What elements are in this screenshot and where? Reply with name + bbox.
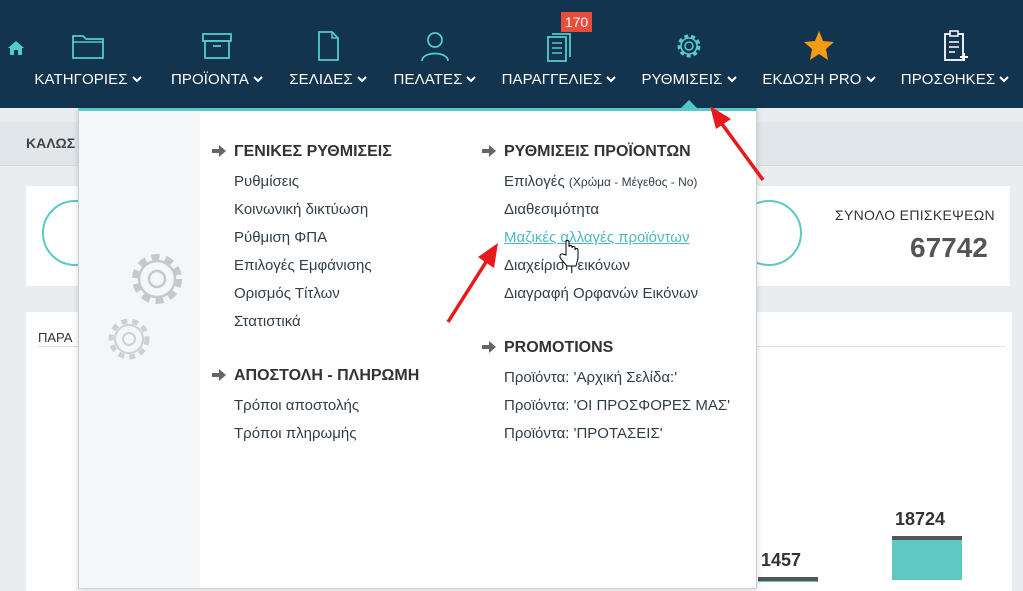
nav-label: ΚΑΤΗΓΟΡΙΕΣ (34, 71, 128, 88)
arrow-right-icon (482, 341, 496, 353)
box-icon (202, 33, 232, 59)
visits-label: ΣΥΝΟΛΟ ΕΠΙΣΚΕΨΕΩΝ (835, 207, 995, 223)
menu-link-settings[interactable]: Ρυθμίσεις (234, 173, 299, 190)
nav-settings[interactable]: ΡΥΘΜΙΣΕΙΣ (637, 0, 741, 108)
orders-badge: 170 (561, 12, 592, 32)
nav-addons[interactable]: ΠΡΟΣΘΗΚΕΣ (896, 0, 1014, 108)
menu-link-availability[interactable]: Διαθεσιμότητα (504, 201, 599, 218)
nav-label: ΡΥΘΜΙΣΕΙΣ (641, 71, 723, 88)
nav-label: ΠΡΟΣΘΗΚΕΣ (900, 71, 996, 88)
menu-link-promo-home[interactable]: Προϊόντα: 'Αρχική Σελίδα:' (504, 369, 677, 386)
arrow-right-icon (482, 145, 496, 157)
bar-value-label: 1457 (761, 550, 802, 570)
bar-cap (892, 536, 962, 540)
star-icon (804, 31, 834, 60)
nav-customers[interactable]: ΠΕΛΑΤΕΣ (388, 0, 482, 108)
menu-link-delete-orphan-images[interactable]: Διαγραφή Ορφανών Εικόνων (504, 285, 698, 302)
menu-link-social[interactable]: Κοινωνική δικτύωση (234, 201, 368, 218)
page-icon (318, 31, 339, 61)
dropdown-sidebar (79, 111, 200, 588)
menu-link-display-options[interactable]: Επιλογές Εμφάνισης (234, 257, 372, 274)
menu-link-statistics[interactable]: Στατιστικά (234, 313, 301, 330)
menu-link-image-management[interactable]: Διαχείριση εικόνων (504, 257, 630, 274)
bar-cap (758, 577, 818, 581)
folder-icon (72, 35, 104, 59)
nav-label: ΠΕΛΑΤΕΣ (393, 71, 463, 88)
menu-link-titles[interactable]: Ορισμός Τίτλων (234, 285, 340, 302)
chevron-down-icon (131, 76, 142, 83)
link-subtext: (Χρώμα - Μέγεθος - Νο) (568, 175, 698, 189)
menu-link-vat[interactable]: Ρύθμιση ΦΠΑ (234, 229, 327, 246)
menu-link-promo-offers[interactable]: Προϊόντα: 'ΟΙ ΠΡΟΣΦΟΡΕΣ ΜΑΣ' (504, 397, 730, 414)
gear-icon (677, 34, 701, 58)
settings-dropdown: ΓΕΝΙΚΕΣ ΡΥΘΜΙΣΕΙΣ Ρυθμίσεις Κοινωνική δι… (78, 108, 757, 589)
documents-icon (547, 33, 571, 62)
shipping-payment-heading: ΑΠΟΣΤΟΛΗ - ΠΛΗΡΩΜΗ (212, 367, 419, 385)
user-icon (421, 32, 449, 62)
chevron-down-icon (726, 76, 737, 83)
heading-text: ΓΕΝΙΚΕΣ ΡΥΘΜΙΣΕΙΣ (234, 143, 392, 160)
nav-label: ΕΚΔΟΣΗ PRO (762, 71, 862, 88)
visits-value: 67742 (910, 232, 988, 263)
nav-pro-edition[interactable]: ΕΚΔΟΣΗ PRO (760, 0, 878, 108)
bar-value-label: 18724 (895, 509, 946, 529)
nav-products[interactable]: ΠΡΟΪΟΝΤΑ (163, 0, 271, 108)
product-settings-heading: ΡΥΘΜΙΣΕΙΣ ΠΡΟΪΟΝΤΩΝ (482, 143, 691, 161)
menu-link-shipping-methods[interactable]: Τρόποι αποστολής (234, 397, 359, 414)
menu-link-product-options[interactable]: Επιλογές (Χρώμα - Μέγεθος - Νο) (504, 173, 697, 190)
nav-pages[interactable]: ΣΕΛΙΔΕΣ (286, 0, 370, 108)
chevron-down-icon (466, 76, 477, 83)
gear-icon (108, 318, 150, 360)
clipboard-plus-icon (944, 30, 968, 61)
promotions-heading: PROMOTIONS (482, 339, 613, 357)
active-menu-indicator (681, 100, 697, 108)
menu-link-bulk-product-changes[interactable]: Μαζικές αλλαγές προϊόντων (504, 229, 689, 246)
chevron-down-icon (253, 76, 263, 83)
breadcrumb: ΚΑΛΩΣ (26, 135, 76, 151)
general-settings-heading: ΓΕΝΙΚΕΣ ΡΥΘΜΙΣΕΙΣ (212, 143, 392, 161)
menu-link-payment-methods[interactable]: Τρόποι πληρωμής (234, 425, 356, 442)
chevron-down-icon (357, 76, 367, 83)
arrow-right-icon (212, 145, 226, 157)
nav-label: ΣΕΛΙΔΕΣ (289, 71, 353, 88)
chevron-down-icon (606, 76, 617, 83)
home-icon[interactable] (6, 38, 26, 58)
nav-orders[interactable]: ΠΑΡΑΓΓΕΛΙΕΣ (497, 0, 621, 108)
chevron-down-icon (999, 76, 1009, 83)
heading-text: ΡΥΘΜΙΣΕΙΣ ΠΡΟΪΟΝΤΩΝ (504, 143, 691, 160)
chart-panel-title: ΠΑΡΑ (38, 330, 73, 345)
heading-text: PROMOTIONS (504, 339, 614, 356)
chevron-down-icon (865, 76, 876, 83)
nav-label: ΠΡΟΪΟΝΤΑ (170, 71, 250, 88)
arrow-right-icon (212, 369, 226, 381)
chart-bar (758, 581, 818, 582)
chart-bar (892, 540, 962, 580)
top-nav: ΚΑΤΗΓΟΡΙΕΣ ΠΡΟΪΟΝΤΑ ΣΕΛΙΔΕΣ ΠΕΛΑΤΕΣ ΠΑΡΑ… (0, 0, 1023, 108)
nav-categories[interactable]: ΚΑΤΗΓΟΡΙΕΣ (30, 0, 146, 108)
nav-label: ΠΑΡΑΓΓΕΛΙΕΣ (501, 71, 603, 88)
heading-text: ΑΠΟΣΤΟΛΗ - ΠΛΗΡΩΜΗ (234, 367, 420, 384)
link-text: Επιλογές (504, 173, 565, 190)
menu-link-promo-suggestions[interactable]: Προϊόντα: 'ΠΡΟΤΑΣΕΙΣ' (504, 425, 663, 442)
gear-icon (132, 254, 182, 304)
